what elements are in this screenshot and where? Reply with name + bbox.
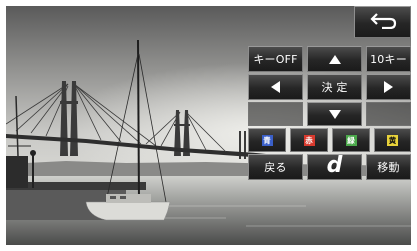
blank-key-right <box>366 102 411 126</box>
green-swatch: 緑 <box>345 134 357 146</box>
arrow-down-icon <box>328 109 341 119</box>
return-button[interactable]: 戻る <box>248 154 303 180</box>
yellow-button[interactable]: 黄 <box>374 128 411 152</box>
ten-key-button[interactable]: 10キー <box>366 46 411 72</box>
enter-label: 決 定 <box>321 81 348 94</box>
ten-key-label: 10キー <box>370 53 407 66</box>
enter-button[interactable]: 決 定 <box>307 74 362 100</box>
down-button[interactable] <box>307 102 362 126</box>
left-button[interactable] <box>248 74 303 100</box>
green-button[interactable]: 緑 <box>332 128 370 152</box>
blue-button[interactable]: 青 <box>248 128 286 152</box>
key-off-label: キーOFF <box>253 53 298 66</box>
arrow-up-icon <box>328 54 341 64</box>
red-button[interactable]: 赤 <box>290 128 328 152</box>
back-button[interactable] <box>354 6 411 38</box>
d-logo-icon: d <box>326 153 343 178</box>
return-arrow-icon <box>368 11 398 33</box>
move-button[interactable]: 移動 <box>366 154 411 180</box>
blue-swatch: 青 <box>261 134 273 146</box>
move-label: 移動 <box>377 161 400 174</box>
yellow-swatch: 黄 <box>387 134 398 146</box>
blank-key-left <box>248 102 303 126</box>
tv-screen: キーOFF 10キー 決 定 青 赤 緑 黄 戻る d 移動 <box>6 6 411 245</box>
d-button[interactable]: d <box>307 154 362 180</box>
key-off-button[interactable]: キーOFF <box>248 46 303 72</box>
arrow-left-icon <box>271 81 280 93</box>
return-label: 戻る <box>264 161 287 174</box>
red-swatch: 赤 <box>303 134 315 146</box>
right-button[interactable] <box>366 74 411 100</box>
arrow-right-icon <box>384 81 393 93</box>
up-button[interactable] <box>307 46 362 72</box>
